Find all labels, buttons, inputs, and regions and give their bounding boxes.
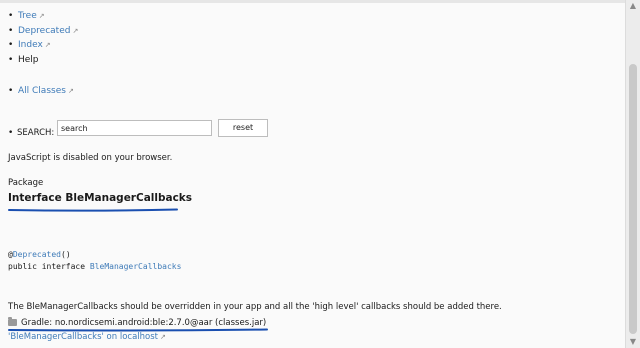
scroll-down-arrow-icon[interactable]: ▼: [628, 337, 638, 347]
js-disabled-notice: JavaScript is disabled on your browser.: [8, 153, 173, 163]
search-label: • SEARCH:: [8, 128, 55, 138]
code-declaration-line: public interface BleManagerCallbacks: [8, 262, 182, 271]
code-annotation-line: @Deprecated(): [8, 250, 71, 259]
nav-link-deprecated[interactable]: Deprecated: [18, 26, 70, 36]
vertical-scrollbar[interactable]: ▲ ▼: [625, 0, 640, 348]
nav-link-tree[interactable]: Tree: [18, 11, 37, 21]
nav-list: • Tree ↗ • Deprecated ↗ • Index ↗ • Help: [8, 9, 78, 67]
external-link-icon: ↗: [160, 333, 166, 341]
nav-item-tree[interactable]: • Tree ↗: [8, 9, 78, 24]
page-title: Interface BleManagerCallbacks: [8, 192, 193, 204]
external-link-icon: ↗: [67, 87, 74, 95]
description-text: The BleManagerCallbacks should be overri…: [8, 302, 502, 312]
nav-item-index[interactable]: • Index ↗: [8, 38, 78, 53]
scrollbar-thumb[interactable]: [629, 64, 637, 334]
external-link-icon: ↗: [38, 12, 45, 20]
localhost-link[interactable]: 'BleManagerCallbacks' on localhost: [8, 332, 158, 342]
scroll-up-arrow-icon[interactable]: ▲: [628, 1, 638, 11]
nav-item-help: • Help: [8, 54, 39, 65]
top-border: [0, 0, 626, 3]
external-link-icon: ↗: [44, 41, 51, 49]
nav-item-deprecated[interactable]: • Deprecated ↗: [8, 24, 78, 39]
search-input[interactable]: [57, 120, 212, 136]
deprecated-link[interactable]: Deprecated: [13, 250, 61, 259]
gradle-library-info: Gradle: no.nordicsemi.android:ble:2.7.0@…: [8, 317, 266, 328]
folder-icon: [8, 317, 17, 326]
package-label: Package: [8, 178, 44, 188]
all-classes-link[interactable]: All Classes: [18, 86, 66, 96]
external-link-icon: ↗: [72, 26, 79, 35]
title-underline-annotation: [8, 208, 178, 212]
all-classes-item[interactable]: • All Classes ↗: [8, 85, 74, 97]
nav-link-index[interactable]: Index: [18, 40, 43, 50]
footer-link-row[interactable]: 'BleManagerCallbacks' on localhost ↗: [8, 332, 166, 342]
nav-label-help: Help: [18, 54, 39, 65]
interface-name-link[interactable]: BleManagerCallbacks: [90, 262, 182, 271]
reset-button[interactable]: reset: [218, 119, 268, 137]
javadoc-page: • Tree ↗ • Deprecated ↗ • Index ↗ • Help • All C…: [0, 0, 626, 348]
